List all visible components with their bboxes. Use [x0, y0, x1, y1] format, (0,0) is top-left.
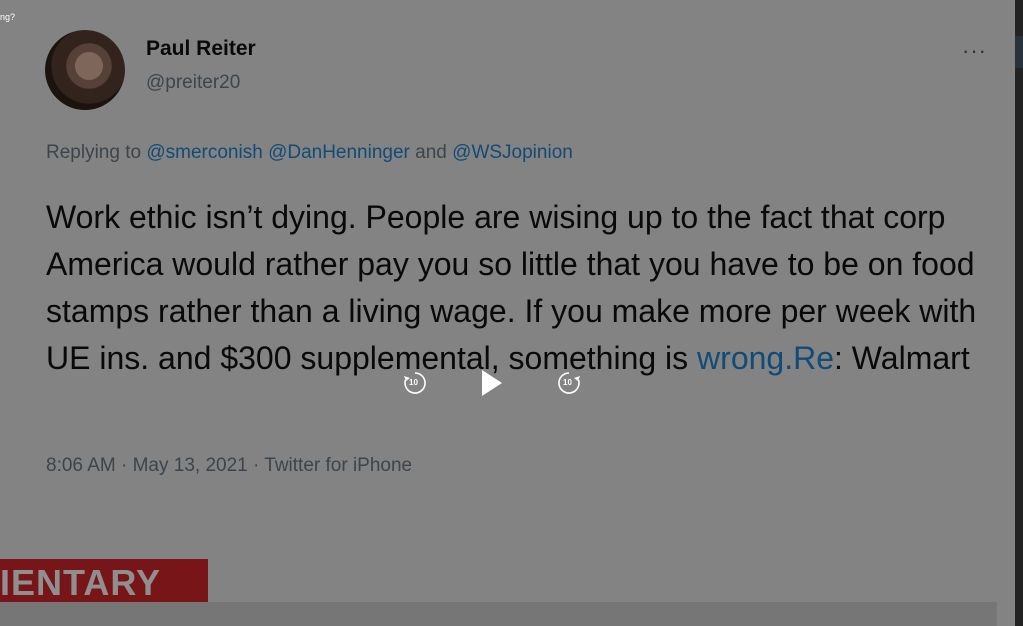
play-button[interactable] — [476, 367, 506, 399]
rewind-seconds-label: 10 — [409, 378, 418, 387]
forward-seconds-label: 10 — [563, 378, 572, 387]
video-dim-overlay — [0, 0, 1023, 626]
top-title-fragment: ng? — [0, 12, 16, 22]
rewind-10-button[interactable]: 10 — [402, 370, 428, 396]
forward-10-button[interactable]: 10 — [556, 370, 582, 396]
play-icon — [482, 370, 502, 396]
